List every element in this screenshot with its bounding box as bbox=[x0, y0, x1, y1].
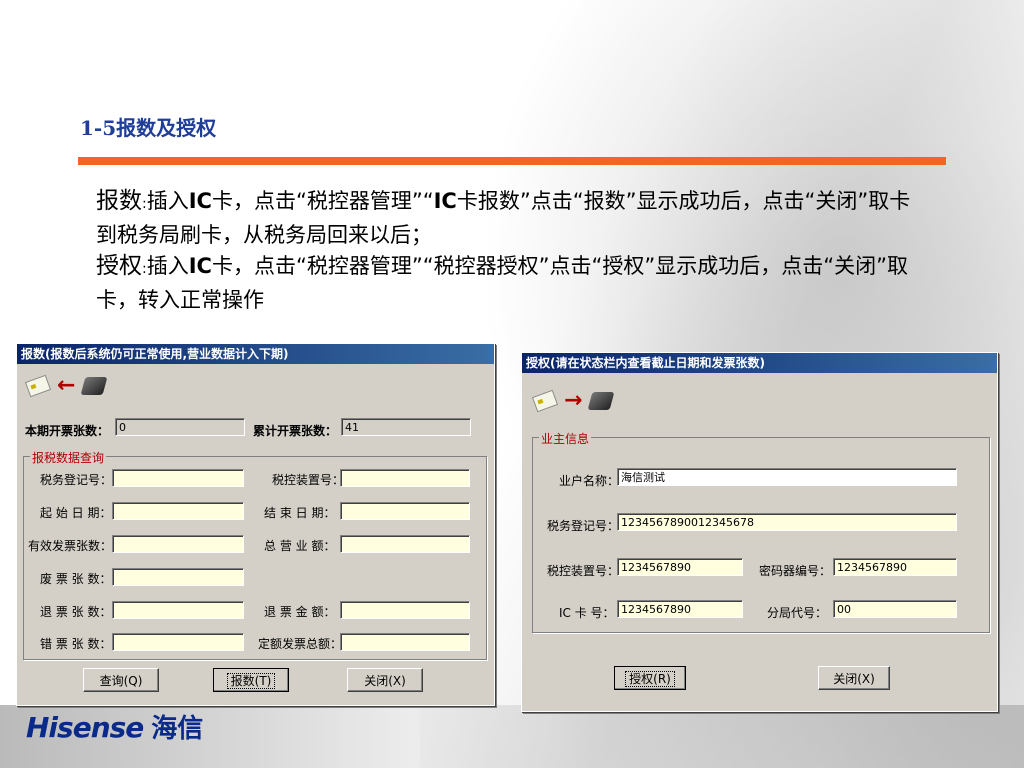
owner-info-legend: 业主信息 bbox=[539, 430, 592, 447]
report-query-group: 报税数据查询 税务登记号： 税控装置号： 起 始 日 期： 结 束 日 期： 有… bbox=[23, 449, 487, 660]
report-dialog-title: 报数(报数后系统仍可正常使用,营业数据计入下期) bbox=[17, 344, 494, 364]
report-query-legend: 报税数据查询 bbox=[30, 449, 107, 466]
logo-brand: Hisense bbox=[26, 711, 144, 744]
current-count-field[interactable]: 0 bbox=[115, 418, 245, 436]
tax-reg-label: 税务登记号： bbox=[40, 473, 113, 487]
error-count-field[interactable] bbox=[112, 633, 244, 651]
auth-instruction: 授权:插入IC卡，点击“税控器管理”“税控器授权”点击“授权”显示成功后，点击“… bbox=[96, 251, 916, 316]
instruction-text: 报数:插入IC卡，点击“税控器管理”“IC卡报数”点击“报数”显示成功后，点击“… bbox=[96, 186, 916, 316]
report-lead: 报数 bbox=[96, 188, 142, 214]
total-count-label: 累计开票张数： bbox=[253, 424, 338, 438]
auth-icon-row: → bbox=[531, 388, 615, 413]
left-arrow-icon: ← bbox=[57, 373, 76, 398]
fixed-invoice-total-field[interactable] bbox=[340, 633, 470, 651]
auth-text-a: 插入 bbox=[146, 254, 189, 278]
refund-count-label: 退 票 张 数： bbox=[40, 605, 112, 619]
total-count-field[interactable]: 41 bbox=[341, 418, 471, 436]
authorize-button[interactable]: 授权(R) bbox=[614, 666, 686, 690]
end-date-label: 结 束 日 期： bbox=[264, 506, 336, 520]
hisense-logo: Hisense 海信 bbox=[26, 708, 203, 745]
report-instruction: 报数:插入IC卡，点击“税控器管理”“IC卡报数”点击“报数”显示成功后，点击“… bbox=[96, 186, 916, 251]
refund-count-field[interactable] bbox=[112, 601, 244, 619]
report-icon-row: ← bbox=[24, 373, 108, 398]
query-button[interactable]: 查询(Q) bbox=[83, 668, 159, 692]
ic-card-icon bbox=[531, 389, 559, 413]
report-bold-a: IC bbox=[188, 189, 212, 213]
right-arrow-icon: → bbox=[564, 388, 583, 413]
refund-amount-label: 退 票 金 额： bbox=[264, 605, 336, 619]
start-date-field[interactable] bbox=[112, 502, 244, 520]
cipher-no-field[interactable]: 1234567890 bbox=[833, 558, 957, 576]
slide-title: 1-5报数及授权 bbox=[80, 116, 217, 140]
auth-dialog-title: 授权(请在状态栏内查看截止日期和发票张数) bbox=[522, 353, 997, 373]
owner-name-label: 业户名称： bbox=[559, 474, 620, 488]
report-button[interactable]: 报数(T) bbox=[213, 668, 289, 692]
refund-amount-field[interactable] bbox=[340, 601, 470, 619]
auth-close-button[interactable]: 关闭(X) bbox=[818, 666, 890, 690]
authorize-button-label: 授权(R) bbox=[625, 671, 675, 687]
current-count-label: 本期开票张数： bbox=[25, 424, 110, 438]
title-divider bbox=[78, 157, 946, 165]
report-button-label: 报数(T) bbox=[226, 673, 276, 689]
valid-invoices-field[interactable] bbox=[112, 535, 244, 553]
end-date-field[interactable] bbox=[340, 502, 470, 520]
total-revenue-field[interactable] bbox=[340, 535, 470, 553]
report-close-button[interactable]: 关闭(X) bbox=[347, 668, 423, 692]
card-reader-icon bbox=[588, 392, 615, 410]
report-dialog: 报数(报数后系统仍可正常使用,营业数据计入下期) ← 本期开票张数： 0 累计开… bbox=[16, 343, 495, 706]
void-count-label: 废 票 张 数： bbox=[40, 572, 112, 586]
report-text-a: 插入 bbox=[146, 189, 189, 213]
cipher-no-label: 密码器编号： bbox=[759, 564, 832, 578]
owner-info-group: 业主信息 业户名称： 海信测试 税务登记号： 12345678900123456… bbox=[532, 430, 990, 633]
valid-invoices-label: 有效发票张数： bbox=[28, 539, 113, 553]
start-date-label: 起 始 日 期： bbox=[40, 506, 112, 520]
total-revenue-label: 总 营 业 额： bbox=[264, 539, 336, 553]
report-bold-b: IC bbox=[433, 189, 457, 213]
owner-name-field[interactable]: 海信测试 bbox=[617, 468, 957, 486]
auth-dialog: 授权(请在状态栏内查看截止日期和发票张数) → 业主信息 业户名称： 海信测试 … bbox=[521, 352, 998, 712]
report-text-b: 卡，点击“税控器管理”“ bbox=[211, 189, 434, 213]
ic-card-label: IC 卡 号： bbox=[559, 606, 615, 620]
branch-code-field[interactable]: 00 bbox=[833, 600, 957, 618]
ic-card-icon bbox=[24, 374, 52, 398]
auth-lead: 授权 bbox=[96, 253, 142, 279]
auth-tax-device-field[interactable]: 1234567890 bbox=[617, 558, 743, 576]
ic-card-field[interactable]: 1234567890 bbox=[617, 600, 743, 618]
logo-brand-cn: 海信 bbox=[151, 714, 204, 744]
tax-reg-field[interactable] bbox=[112, 469, 244, 487]
card-reader-icon bbox=[81, 377, 108, 395]
auth-tax-reg-label: 税务登记号： bbox=[547, 519, 620, 533]
tax-device-field[interactable] bbox=[340, 469, 470, 487]
tax-device-label: 税控装置号： bbox=[272, 473, 345, 487]
fixed-invoice-total-label: 定额发票总额： bbox=[258, 637, 343, 651]
void-count-field[interactable] bbox=[112, 568, 244, 586]
error-count-label: 错 票 张 数： bbox=[40, 637, 112, 651]
auth-text-b: 卡，点击“税控器管理”“税控器授权”点击“授权”显示成功后，点击“关闭”取卡，转… bbox=[96, 254, 908, 312]
auth-tax-device-label: 税控装置号： bbox=[547, 564, 620, 578]
auth-bold-a: IC bbox=[188, 254, 212, 278]
auth-tax-reg-field[interactable]: 1234567890012345678 bbox=[617, 513, 957, 531]
branch-code-label: 分局代号： bbox=[767, 606, 828, 620]
